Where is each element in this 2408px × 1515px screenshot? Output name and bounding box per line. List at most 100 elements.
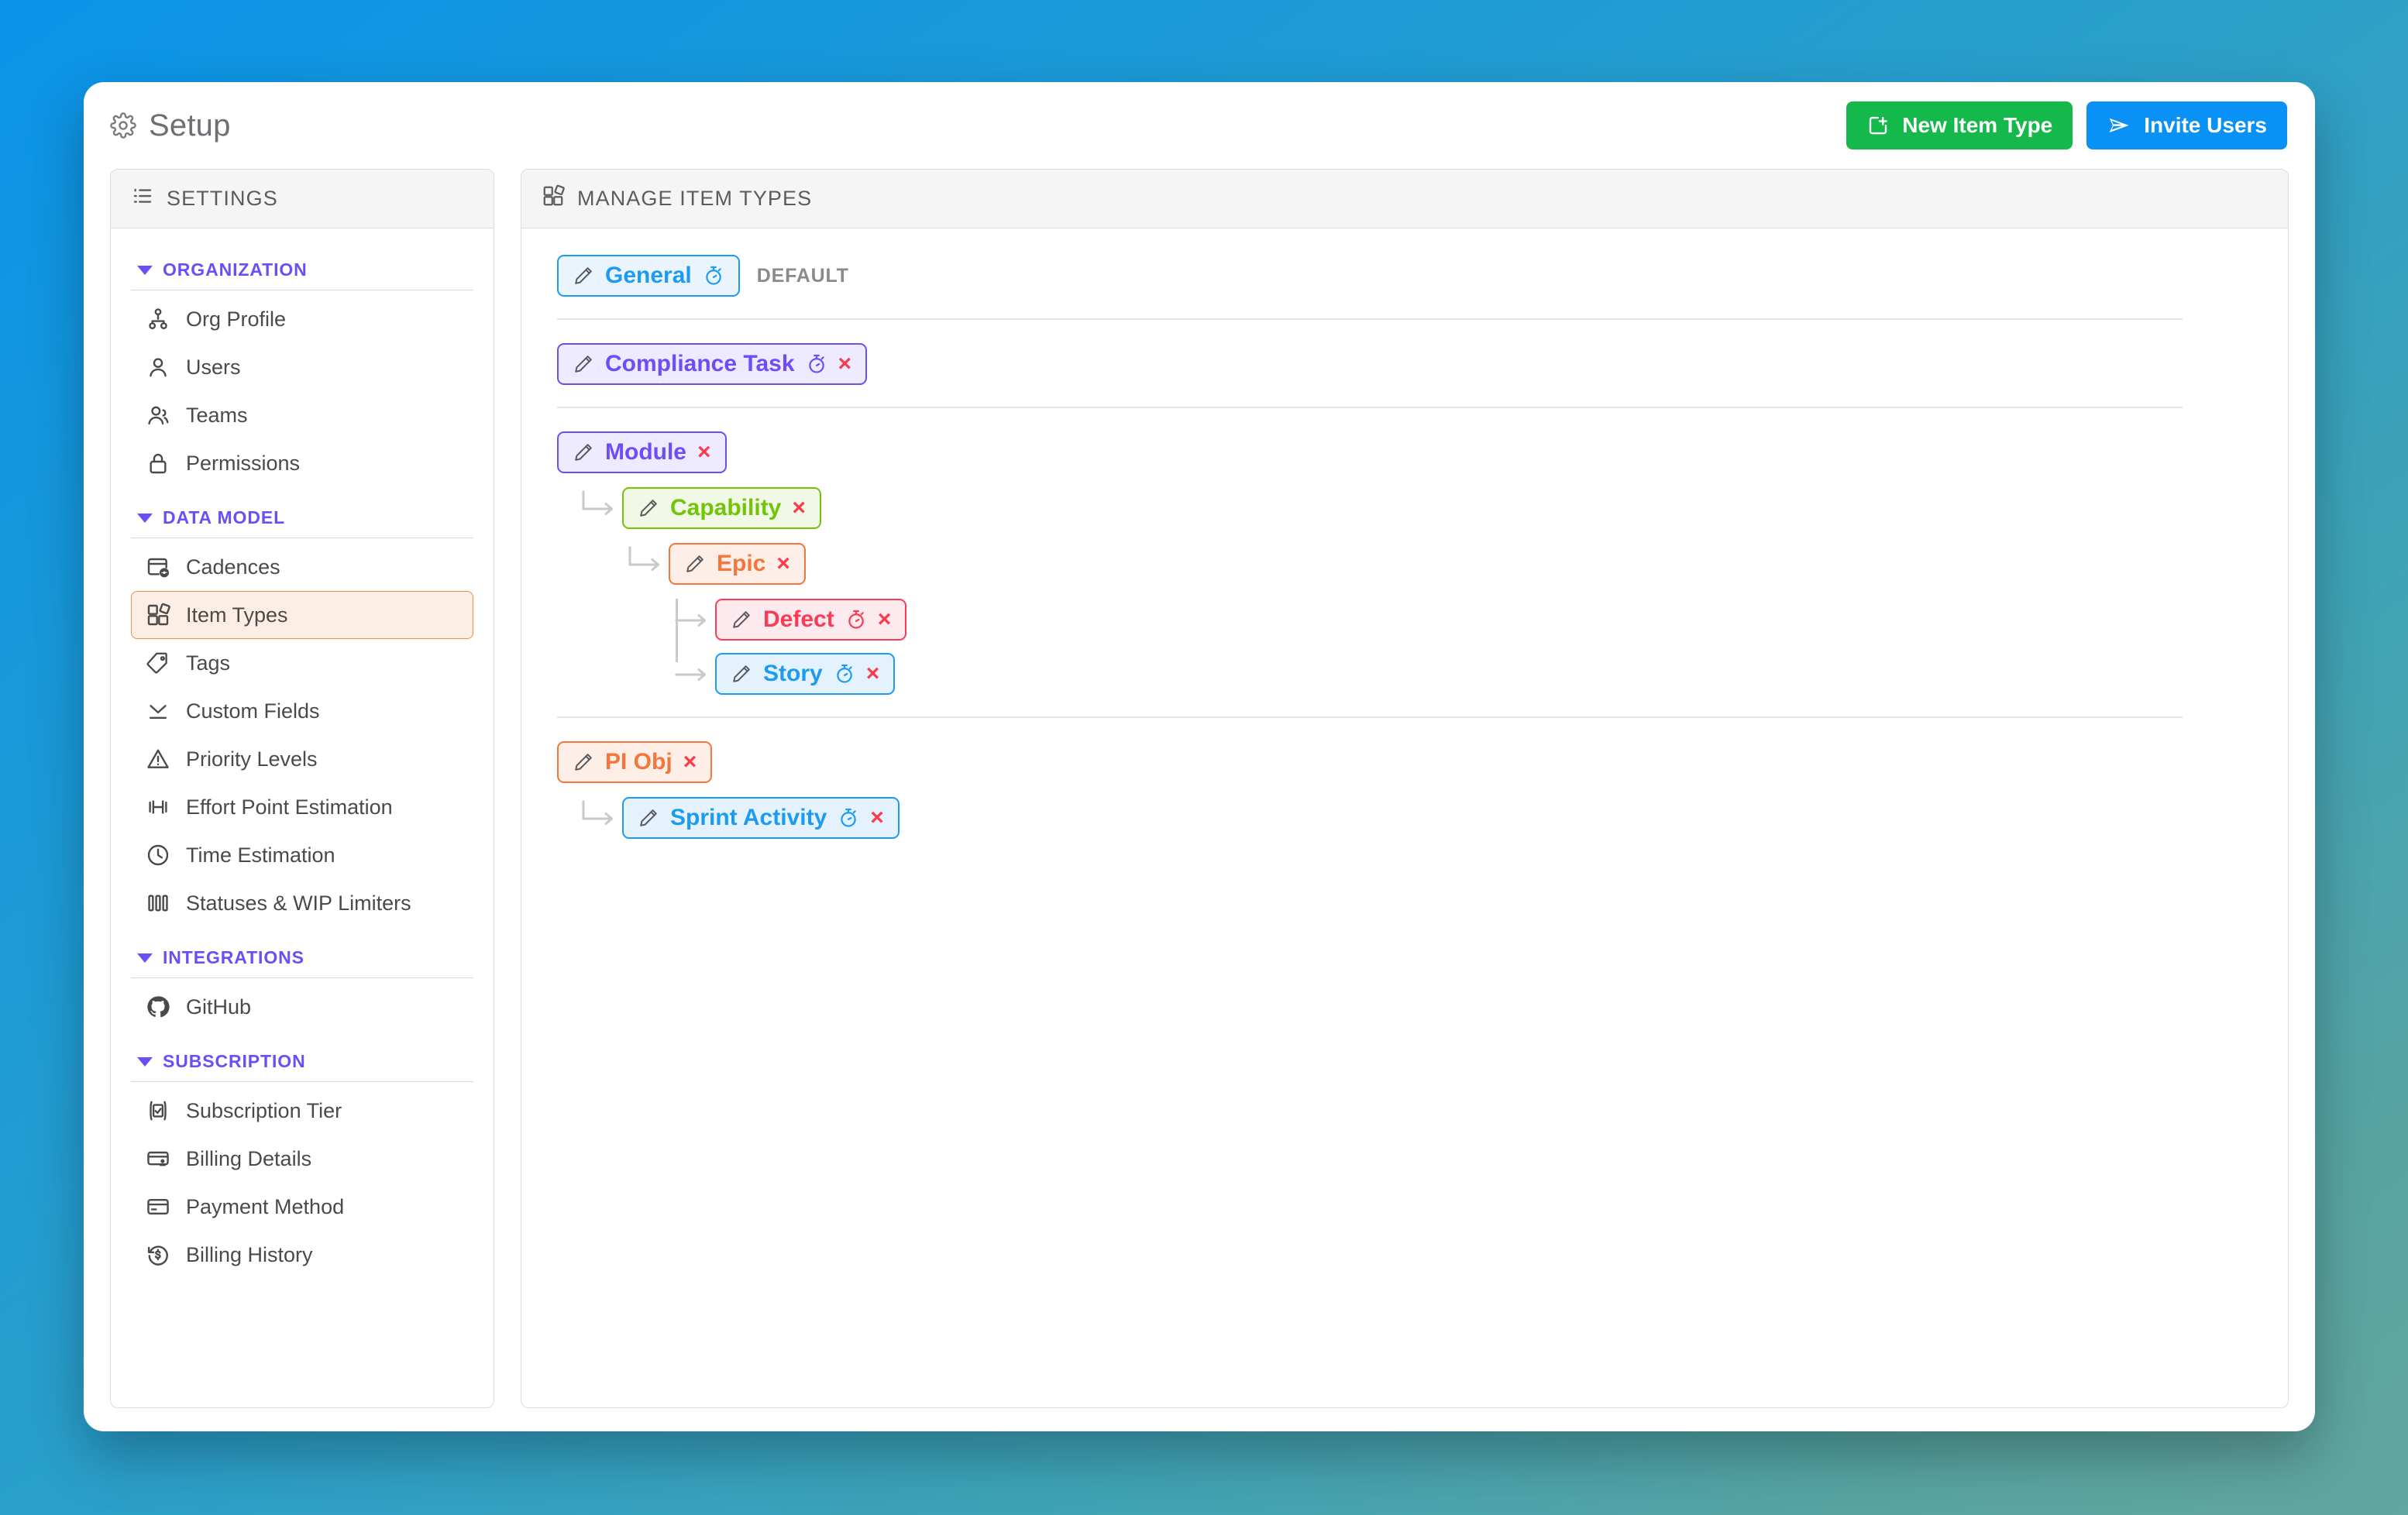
page-title: Setup xyxy=(110,108,231,143)
pencil-icon[interactable] xyxy=(573,751,594,773)
item-type-label: Compliance Task xyxy=(605,351,795,376)
item-type-label: Defect xyxy=(763,606,834,632)
remove-item-type-icon[interactable]: × xyxy=(683,751,697,774)
remove-item-type-icon[interactable]: × xyxy=(792,496,806,520)
sidebar-group-subscription[interactable]: SUBSCRIPTION xyxy=(131,1031,473,1081)
item-types-panel-title: MANAGE ITEM TYPES xyxy=(577,187,813,210)
item-type-chip[interactable]: Compliance Task × xyxy=(557,343,868,385)
sidebar-item-label: Payment Method xyxy=(186,1194,345,1218)
item-types-panel: MANAGE ITEM TYPES General DEFAULT Complian… xyxy=(521,169,2289,1408)
pencil-icon[interactable] xyxy=(684,553,706,575)
org-chart-icon xyxy=(146,307,170,332)
tree-connector-icon xyxy=(574,490,622,526)
tree-connector-icon xyxy=(574,800,622,836)
sidebar-item-statuses-wip-limiters[interactable]: Statuses & WIP Limiters xyxy=(131,879,473,927)
credit-card-icon xyxy=(146,1194,170,1219)
item-type-group: Module × Capability × Epic × Defect × Story × xyxy=(557,431,2265,718)
item-type-root-row: General DEFAULT xyxy=(557,255,2265,297)
sidebar-item-item-types[interactable]: Item Types xyxy=(131,591,473,639)
item-type-label: Epic xyxy=(717,551,766,576)
stopwatch-icon[interactable] xyxy=(703,265,724,287)
sidebar-item-cadences[interactable]: Cadences xyxy=(131,543,473,591)
stopwatch-icon[interactable] xyxy=(834,663,855,685)
sidebar-item-permissions[interactable]: Permissions xyxy=(131,439,473,487)
collapse-icon xyxy=(146,699,170,723)
item-type-root-row: PI Obj × xyxy=(557,741,2265,783)
sidebar-item-billing-history[interactable]: Billing History xyxy=(131,1231,473,1279)
sidebar-group-organization[interactable]: ORGANIZATION xyxy=(131,239,473,290)
new-item-type-button[interactable]: New Item Type xyxy=(1846,101,2073,149)
pencil-icon[interactable] xyxy=(573,441,594,463)
sidebar-item-custom-fields[interactable]: Custom Fields xyxy=(131,687,473,735)
sidebar-item-priority-levels[interactable]: Priority Levels xyxy=(131,735,473,783)
item-types-icon xyxy=(542,184,565,213)
stopwatch-icon[interactable] xyxy=(806,353,827,375)
item-type-chip[interactable]: Defect × xyxy=(715,599,907,641)
stopwatch-icon[interactable] xyxy=(838,807,859,829)
settings-panel-header: SETTINGS xyxy=(111,170,494,228)
new-item-type-label: New Item Type xyxy=(1902,113,2053,137)
pencil-icon[interactable] xyxy=(638,807,659,829)
sidebar-item-payment-method[interactable]: Payment Method xyxy=(131,1183,473,1231)
sidebar-group-data-model[interactable]: DATA MODEL xyxy=(131,487,473,538)
divider xyxy=(131,1081,473,1082)
pencil-icon[interactable] xyxy=(731,663,752,685)
sidebar-item-label: Billing Details xyxy=(186,1146,312,1170)
item-type-group: Compliance Task × xyxy=(557,343,2265,408)
sidebar-item-label: Permissions xyxy=(186,451,301,475)
item-type-chip[interactable]: Capability × xyxy=(622,487,821,529)
item-type-group: PI Obj × Sprint Activity × xyxy=(557,741,2265,839)
sidebar-item-label: Org Profile xyxy=(186,307,287,331)
item-type-chip[interactable]: Sprint Activity × xyxy=(622,797,900,839)
sidebar-item-users[interactable]: Users xyxy=(131,343,473,391)
sidebar-item-billing-details[interactable]: Billing Details xyxy=(131,1135,473,1183)
sidebar-group-label: DATA MODEL xyxy=(163,507,286,527)
sidebar-item-label: Custom Fields xyxy=(186,699,320,723)
sidebar-item-tags[interactable]: Tags xyxy=(131,639,473,687)
item-type-label: Capability xyxy=(670,495,782,520)
header-actions: New Item Type Invite Users xyxy=(1846,101,2287,149)
sibling-group: Defect × Story × xyxy=(667,599,2265,695)
item-type-chip[interactable]: Module × xyxy=(557,431,727,473)
sidebar-item-teams[interactable]: Teams xyxy=(131,391,473,439)
sidebar-item-label: Tags xyxy=(186,651,231,675)
sidebar-item-github[interactable]: GitHub xyxy=(131,983,473,1031)
sidebar-item-label: GitHub xyxy=(186,995,252,1019)
sidebar-group-label: INTEGRATIONS xyxy=(163,947,304,967)
warning-triangle-icon xyxy=(146,747,170,771)
pencil-icon[interactable] xyxy=(573,265,594,287)
sidebar-item-org-profile[interactable]: Org Profile xyxy=(131,295,473,343)
item-types-tree: General DEFAULT Compliance Task × Module × Cap… xyxy=(521,228,2288,839)
remove-item-type-icon[interactable]: × xyxy=(878,608,892,631)
pencil-icon[interactable] xyxy=(573,353,594,375)
sidebar-item-label: Priority Levels xyxy=(186,747,318,771)
list-icon xyxy=(131,184,154,213)
stopwatch-icon[interactable] xyxy=(845,609,867,630)
remove-item-type-icon[interactable]: × xyxy=(838,352,852,376)
sidebar-group-integrations[interactable]: INTEGRATIONS xyxy=(131,927,473,977)
invite-users-button[interactable]: Invite Users xyxy=(2086,101,2287,149)
divider xyxy=(557,318,2183,320)
remove-item-type-icon[interactable]: × xyxy=(866,662,880,685)
item-type-chip[interactable]: Story × xyxy=(715,653,896,695)
item-type-chip[interactable]: PI Obj × xyxy=(557,741,713,783)
dumbbell-icon xyxy=(146,795,170,819)
pencil-icon[interactable] xyxy=(731,609,752,630)
sidebar-item-subscription-tier[interactable]: Subscription Tier xyxy=(131,1087,473,1135)
clock-icon xyxy=(146,843,170,867)
sidebar-item-effort-point-estimation[interactable]: Effort Point Estimation xyxy=(131,783,473,831)
users-group-icon xyxy=(146,403,170,428)
child-row: Epic × xyxy=(621,543,2265,585)
remove-item-type-icon[interactable]: × xyxy=(697,441,711,464)
history-dollar-icon xyxy=(146,1242,170,1267)
item-type-chip[interactable]: Epic × xyxy=(669,543,806,585)
remove-item-type-icon[interactable]: × xyxy=(776,552,790,575)
item-type-label: Module xyxy=(605,439,686,465)
tag-icon xyxy=(146,651,170,675)
remove-item-type-icon[interactable]: × xyxy=(870,806,884,830)
child-row: Sprint Activity × xyxy=(574,797,2265,839)
sidebar-item-time-estimation[interactable]: Time Estimation xyxy=(131,831,473,879)
divider xyxy=(557,407,2183,408)
item-type-chip[interactable]: General xyxy=(557,255,740,297)
pencil-icon[interactable] xyxy=(638,497,659,519)
